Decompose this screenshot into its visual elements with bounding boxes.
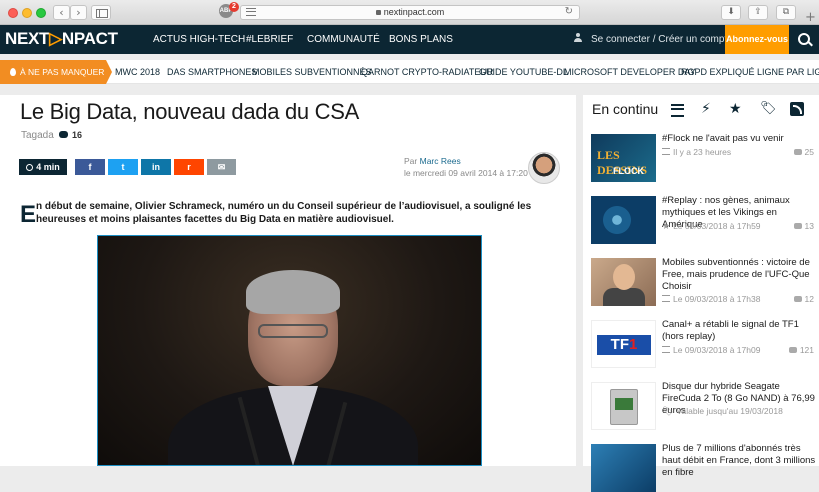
thumb-person (603, 288, 645, 306)
address-bar[interactable]: nextinpact.com ↻ (240, 5, 580, 20)
tf1-logo: TF1 (597, 335, 651, 355)
list-icon (662, 295, 670, 302)
list-icon (662, 148, 670, 155)
subscribe-button[interactable]: Abonnez-vous (725, 25, 789, 54)
feed-thumbnail[interactable] (591, 258, 656, 306)
star-icon[interactable]: ★ (729, 102, 745, 116)
feed-meta: Il y a 23 heures 25 (662, 147, 814, 157)
tag-icon[interactable]: 🏷 (760, 102, 777, 116)
lead-drop-cap: E (20, 201, 37, 228)
twitter-share-button[interactable]: t (108, 159, 138, 175)
site-logo[interactable]: NEXT▷NPACT (5, 29, 118, 49)
trend-item[interactable]: QARNOT CRYPTO-RADIATEUR (361, 67, 493, 77)
reddit-share-button[interactable]: r (174, 159, 204, 175)
article-lead: n début de semaine, Olivier Schrameck, n… (36, 201, 532, 225)
zoom-window-button[interactable] (36, 8, 46, 18)
feed-thumbnail[interactable] (591, 444, 656, 492)
nav-communaute[interactable]: COMMUNAUTÉ (307, 34, 380, 45)
feed-thumbnail[interactable] (591, 382, 656, 430)
speaker-hair (246, 270, 340, 314)
feed-title: En continu (592, 101, 659, 117)
author-byline: Par Marc Rees (404, 156, 461, 166)
rss-icon[interactable] (790, 102, 804, 116)
trending-label: À NE PAS MANQUER (0, 60, 112, 84)
extension-badge: 2 (229, 2, 239, 12)
article-title: Le Big Data, nouveau dada du CSA (20, 99, 359, 124)
hard-drive-image (610, 389, 638, 425)
trend-item[interactable]: RGPD EXPLIQUÉ LIGNE PAR LIGNE (681, 67, 819, 77)
feed-headline[interactable]: #Flock ne l'avait pas vu venir (662, 133, 816, 145)
feed-thumbnail[interactable]: TF1 (591, 320, 656, 368)
comment-icon (793, 223, 802, 229)
search-icon[interactable] (789, 25, 819, 54)
article-date: le mercredi 09 avril 2014 à 17:20 (404, 168, 528, 178)
star-icon: ★ (662, 222, 671, 232)
comment-icon (793, 149, 802, 155)
list-icon (662, 346, 670, 353)
nav-bons-plans[interactable]: BONS PLANS (389, 34, 453, 45)
url-text: nextinpact.com (383, 7, 445, 17)
trend-item[interactable]: DAS SMARTPHONES (167, 67, 257, 77)
trend-item[interactable]: MICROSOFT DEVELOPER DAY (564, 67, 696, 77)
author-avatar[interactable] (528, 152, 560, 184)
feed-meta: 🏷 Valable jusqu'au 19/03/2018 (662, 406, 783, 417)
lock-icon (375, 10, 381, 15)
feed-meta: ★ Le 09/03/2018 à 17h59 13 (662, 221, 814, 232)
feed-meta: Le 09/03/2018 à 17h38 12 (662, 294, 814, 304)
nav-actus-high-tech[interactable]: ACTUS HIGH-TECH (153, 34, 245, 45)
reload-icon[interactable]: ↻ (565, 6, 573, 17)
browser-toolbar: ‹ › nextinpact.com ↻ ABP 2 ⬇ ⇪ ⧉ + (0, 0, 819, 25)
feed-thumbnail[interactable] (591, 196, 656, 244)
comment-icon (793, 296, 802, 302)
comment-icon[interactable] (59, 131, 68, 138)
facebook-share-button[interactable]: f (75, 159, 105, 175)
list-icon[interactable] (670, 102, 686, 117)
back-button[interactable]: ‹ (53, 5, 70, 20)
share-button[interactable]: ⇪ (748, 5, 768, 20)
login-link[interactable]: Se connecter / Créer un compte (591, 34, 733, 45)
feed-headline[interactable]: Canal+ a rétabli le signal de TF1 (hors … (662, 319, 816, 343)
article-video[interactable] (97, 235, 482, 466)
trend-item[interactable]: MOBILES SUBVENTIONNÉS (252, 67, 372, 77)
trending-bar: À NE PAS MANQUER MWC 2018 DAS SMARTPHONE… (0, 60, 819, 84)
comment-icon (788, 347, 797, 353)
article-category[interactable]: Tagada (21, 130, 54, 141)
trend-item[interactable]: GUIDE YOUTUBE-DL (479, 67, 568, 77)
new-tab-button[interactable]: + (805, 10, 816, 25)
feed-headline[interactable]: Mobiles subventionnés : victoire de Free… (662, 257, 816, 293)
nav-lebrief[interactable]: #LEBRIEF (246, 34, 293, 45)
forward-button[interactable]: › (70, 5, 87, 20)
fire-icon (10, 68, 16, 76)
downloads-button[interactable]: ⬇ (721, 5, 741, 20)
feed-meta: Le 09/03/2018 à 17h09 121 (662, 345, 814, 355)
feed-headline[interactable]: Plus de 7 millions d'abonnés très haut d… (662, 443, 816, 479)
trend-item[interactable]: MWC 2018 (115, 67, 160, 77)
show-tabs-button[interactable]: ⧉ (776, 5, 796, 20)
reader-mode-icon[interactable] (246, 8, 256, 16)
email-share-button[interactable]: ✉ (207, 159, 236, 175)
author-link[interactable]: Marc Rees (420, 156, 461, 166)
sidebar-toggle-icon[interactable] (91, 5, 111, 20)
user-icon[interactable] (573, 33, 583, 43)
speaker-glasses (258, 324, 328, 338)
thumb-face (613, 264, 635, 290)
feed-thumbnail[interactable]: LES DESSINS FLOCK (591, 134, 656, 182)
column-gutter (576, 95, 583, 466)
read-time-badge: 4 min (19, 159, 67, 175)
comment-count[interactable]: 16 (72, 130, 82, 140)
linkedin-share-button[interactable]: in (141, 159, 171, 175)
tag-icon: 🏷 (662, 407, 674, 417)
minimize-window-button[interactable] (22, 8, 32, 18)
thumb-logo-text: FLOCK (613, 166, 644, 176)
close-window-button[interactable] (8, 8, 18, 18)
clock-icon (26, 164, 34, 171)
bolt-icon[interactable]: ⚡ (701, 102, 717, 116)
